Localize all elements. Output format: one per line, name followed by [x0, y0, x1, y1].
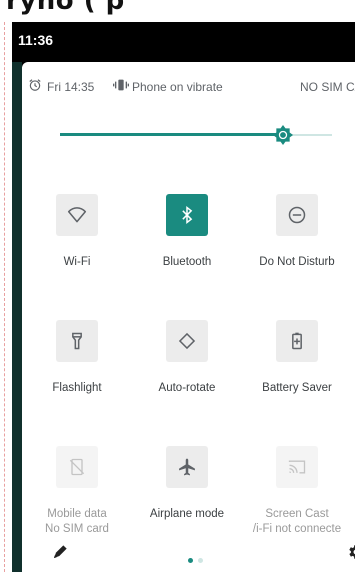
cropped-header-text: ryno ( p — [6, 0, 125, 16]
tile-button[interactable] — [166, 446, 208, 488]
edit-icon[interactable] — [52, 544, 68, 560]
status-time: 11:36 — [18, 32, 54, 48]
cast-icon — [288, 460, 306, 474]
tile-battery-saver[interactable]: Battery Saver — [242, 320, 352, 430]
vibrate-icon — [113, 79, 129, 91]
tile-auto-rotate[interactable]: Auto-rotate — [132, 320, 242, 430]
brightness-icon[interactable] — [273, 125, 294, 145]
tile-label: Wi-Fi — [63, 256, 91, 268]
sim-status: NO SIM CAR — [300, 80, 355, 94]
cropped-header: ryno ( p — [0, 0, 355, 22]
tile-button[interactable] — [56, 194, 98, 236]
panel-edge — [12, 62, 22, 572]
bluetooth-icon — [182, 205, 193, 225]
wifi-icon — [67, 207, 87, 223]
tile-label: Bluetooth — [162, 256, 212, 268]
tile-wi-fi[interactable]: Wi-Fi — [22, 194, 132, 304]
tile-label: Airplane mode — [149, 508, 225, 520]
mobile-data-off-icon — [69, 458, 85, 476]
alarm-icon — [29, 79, 41, 91]
tile-sublabel: /i-Fi not connecte — [252, 523, 342, 535]
do-not-disturb-icon — [288, 206, 306, 224]
tile-button[interactable] — [56, 446, 98, 488]
tile-label: Battery Saver — [262, 382, 332, 394]
auto-rotate-icon — [178, 332, 196, 350]
tile-label: Flashlight — [52, 382, 102, 394]
status-bar: 11:36 — [12, 22, 355, 60]
bottom-row — [22, 540, 355, 570]
tile-label: Mobile data — [47, 508, 107, 520]
tile-label: Do Not Disturb — [259, 256, 335, 268]
tile-button[interactable] — [166, 194, 208, 236]
flashlight-icon — [72, 332, 82, 350]
gear-icon[interactable] — [346, 543, 355, 561]
page-dot[interactable] — [198, 558, 203, 563]
vibrate-status: Phone on vibrate — [132, 80, 223, 94]
tile-label: Auto-rotate — [158, 382, 216, 394]
guide-line — [4, 22, 5, 572]
battery-saver-icon — [292, 332, 302, 350]
page-indicator — [188, 550, 208, 568]
tile-bluetooth[interactable]: Bluetooth — [132, 194, 242, 304]
tile-flashlight[interactable]: Flashlight — [22, 320, 132, 430]
tile-button[interactable] — [276, 320, 318, 362]
tile-button[interactable] — [276, 446, 318, 488]
brightness-slider[interactable] — [60, 120, 332, 150]
brightness-fill — [60, 133, 284, 136]
tile-label: Screen Cast — [265, 508, 329, 520]
tile-sublabel: No SIM card — [45, 523, 109, 535]
quick-settings-panel: Fri 14:35 Phone on vibrate NO SIM CAR Wi… — [22, 62, 355, 572]
airplane-icon — [179, 458, 195, 476]
tile-button[interactable] — [56, 320, 98, 362]
tile-button[interactable] — [276, 194, 318, 236]
page-dot[interactable] — [188, 558, 193, 563]
tile-do-not-disturb[interactable]: Do Not Disturb — [242, 194, 352, 304]
phone-screen: 11:36 Fri 14:35 Phone on vibrate NO SIM … — [12, 22, 355, 572]
alarm-time[interactable]: Fri 14:35 — [47, 80, 94, 94]
info-row: Fri 14:35 Phone on vibrate NO SIM CAR — [22, 76, 355, 96]
tile-button[interactable] — [166, 320, 208, 362]
